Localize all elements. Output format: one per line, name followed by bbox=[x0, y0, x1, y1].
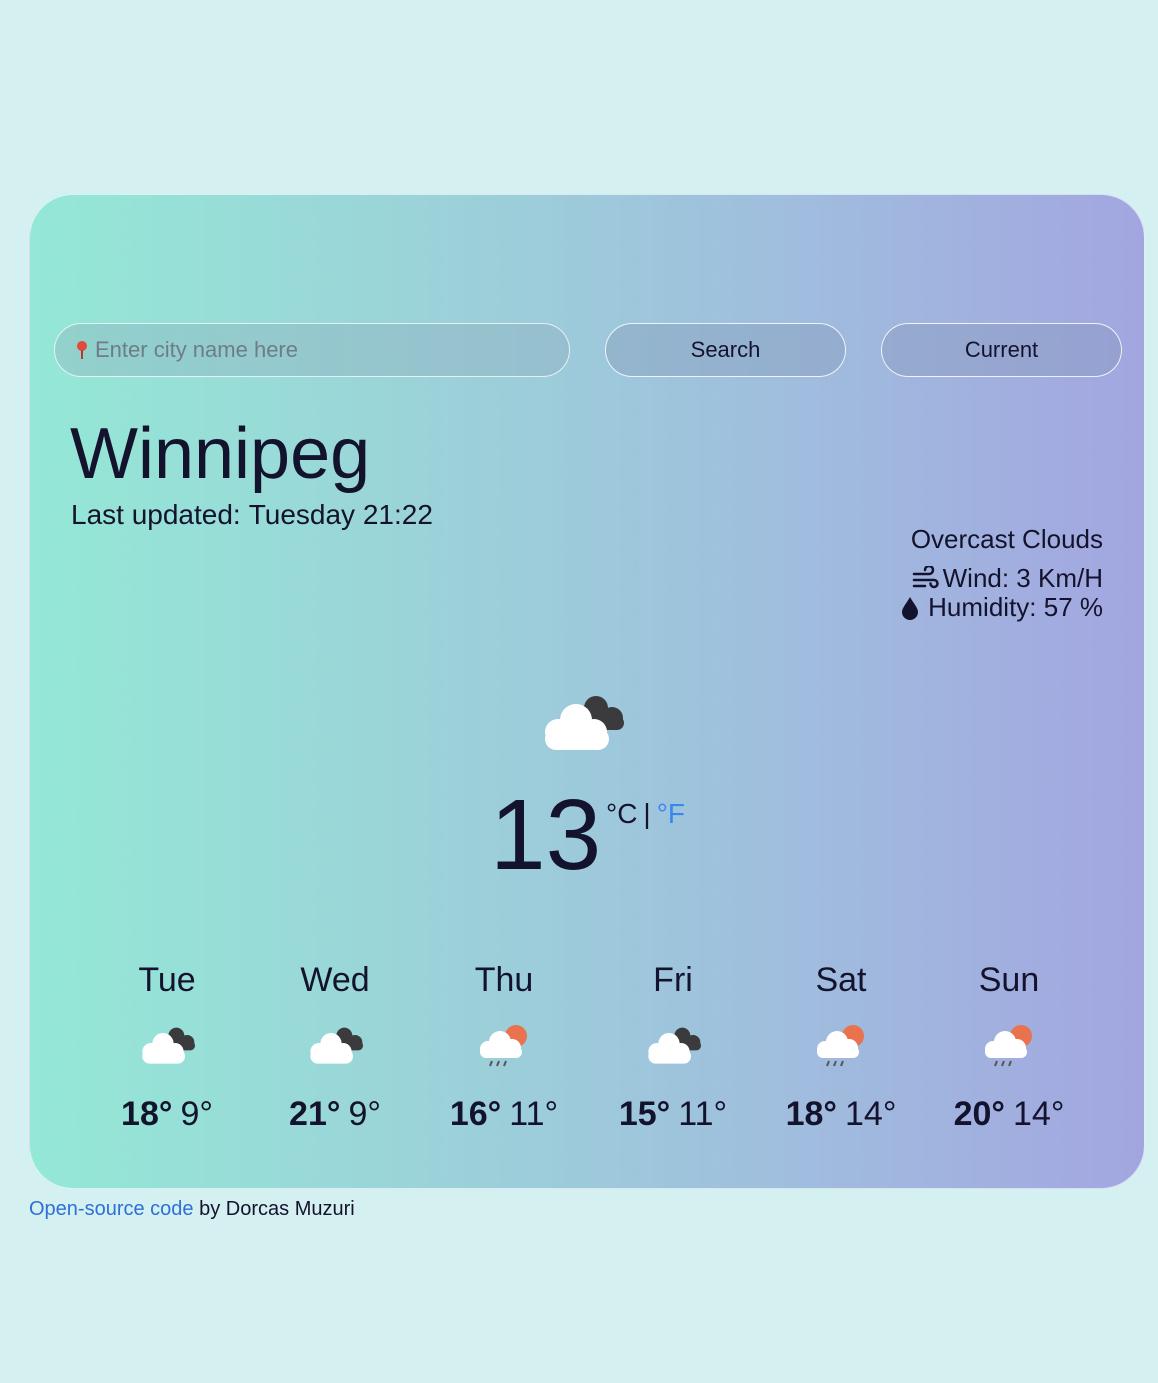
unit-separator: | bbox=[643, 798, 651, 829]
forecast-day-name: Sun bbox=[978, 961, 1040, 999]
forecast-min: 11° bbox=[678, 1095, 728, 1133]
open-source-link[interactable]: Open-source code bbox=[29, 1198, 194, 1220]
sun-rain-cloud-icon bbox=[977, 1022, 1041, 1068]
overcast-clouds-icon bbox=[641, 1022, 705, 1068]
forecast-day-name: Sat bbox=[815, 961, 867, 999]
forecast-temps: 16° 11° bbox=[420, 1094, 588, 1134]
conditions-panel: Overcast Clouds Wind: 3 Km/H Humidity: 5… bbox=[896, 525, 1103, 622]
last-updated: Last updated: Tuesday 21:22 bbox=[71, 498, 433, 532]
forecast-min: 9° bbox=[180, 1095, 213, 1133]
unit-toggle: °C | °F bbox=[606, 798, 685, 830]
last-updated-label: Last updated: bbox=[71, 499, 241, 530]
forecast-min: 11° bbox=[509, 1095, 559, 1133]
forecast-day-name: Wed bbox=[300, 961, 370, 999]
forecast-day-name: Fri bbox=[653, 961, 693, 999]
footer: Open-source code by Dorcas Muzuri bbox=[29, 1197, 355, 1221]
sun-rain-cloud-icon bbox=[809, 1022, 873, 1068]
forecast-temps: 21° 9° bbox=[251, 1094, 419, 1134]
humidity-row: Humidity: 57 % bbox=[896, 593, 1103, 622]
forecast-temps: 15° 11° bbox=[589, 1094, 757, 1134]
forecast-day: Fri 15° 11° bbox=[589, 960, 757, 1134]
search-bar[interactable] bbox=[54, 323, 570, 377]
location-pin-icon bbox=[77, 341, 87, 359]
overcast-clouds-icon bbox=[135, 1022, 199, 1068]
overcast-clouds-icon bbox=[534, 690, 630, 754]
fahrenheit-link[interactable]: °F bbox=[657, 798, 685, 829]
forecast-min: 14° bbox=[1013, 1095, 1065, 1133]
water-drop-icon bbox=[902, 596, 919, 620]
search-button[interactable]: Search bbox=[605, 323, 846, 377]
forecast-max: 16° bbox=[449, 1095, 502, 1133]
forecast-day-name: Thu bbox=[474, 961, 534, 999]
forecast-day: Thu 16° 11° bbox=[420, 960, 588, 1134]
temperature-value: 13 bbox=[490, 779, 602, 891]
sun-rain-cloud-icon bbox=[472, 1022, 536, 1068]
footer-credit: by Dorcas Muzuri bbox=[199, 1198, 355, 1220]
forecast-min: 14° bbox=[845, 1095, 897, 1133]
forecast-day: Wed 21° 9° bbox=[251, 960, 419, 1134]
forecast-max: 18° bbox=[121, 1095, 173, 1133]
forecast-max: 15° bbox=[618, 1095, 671, 1133]
forecast-day-name: Tue bbox=[138, 961, 196, 999]
forecast-temps: 18° 14° bbox=[757, 1094, 925, 1134]
humidity-value: Humidity: 57 % bbox=[928, 592, 1103, 622]
forecast-max: 18° bbox=[785, 1095, 837, 1133]
wind-value: Wind: 3 Km/H bbox=[942, 563, 1103, 593]
weather-card: Search Current Winnipeg Last updated:Tue… bbox=[29, 194, 1145, 1189]
forecast-temps: 20° 14° bbox=[925, 1094, 1093, 1134]
forecast-day: Sat 18° 14° bbox=[757, 960, 925, 1134]
forecast-temps: 18° 9° bbox=[83, 1094, 251, 1134]
wind-icon bbox=[912, 565, 939, 588]
forecast-row: Tue 18° 9° Wed 21° 9° Thu 16° 11° Fri 15° 11… bbox=[83, 960, 1145, 1160]
forecast-day: Tue 18° 9° bbox=[83, 960, 251, 1134]
city-name: Winnipeg bbox=[70, 414, 371, 494]
forecast-max: 20° bbox=[953, 1095, 1005, 1133]
forecast-min: 9° bbox=[348, 1095, 381, 1133]
wind-row: Wind: 3 Km/H bbox=[896, 564, 1103, 593]
current-location-button[interactable]: Current bbox=[881, 323, 1122, 377]
forecast-max: 21° bbox=[289, 1095, 341, 1133]
weather-description: Overcast Clouds bbox=[910, 524, 1103, 554]
forecast-day: Sun 20° 14° bbox=[925, 960, 1093, 1134]
last-updated-value: Tuesday 21:22 bbox=[248, 499, 433, 530]
overcast-clouds-icon bbox=[303, 1022, 367, 1068]
celsius-link[interactable]: °C bbox=[606, 798, 637, 829]
city-search-input[interactable] bbox=[95, 337, 515, 363]
